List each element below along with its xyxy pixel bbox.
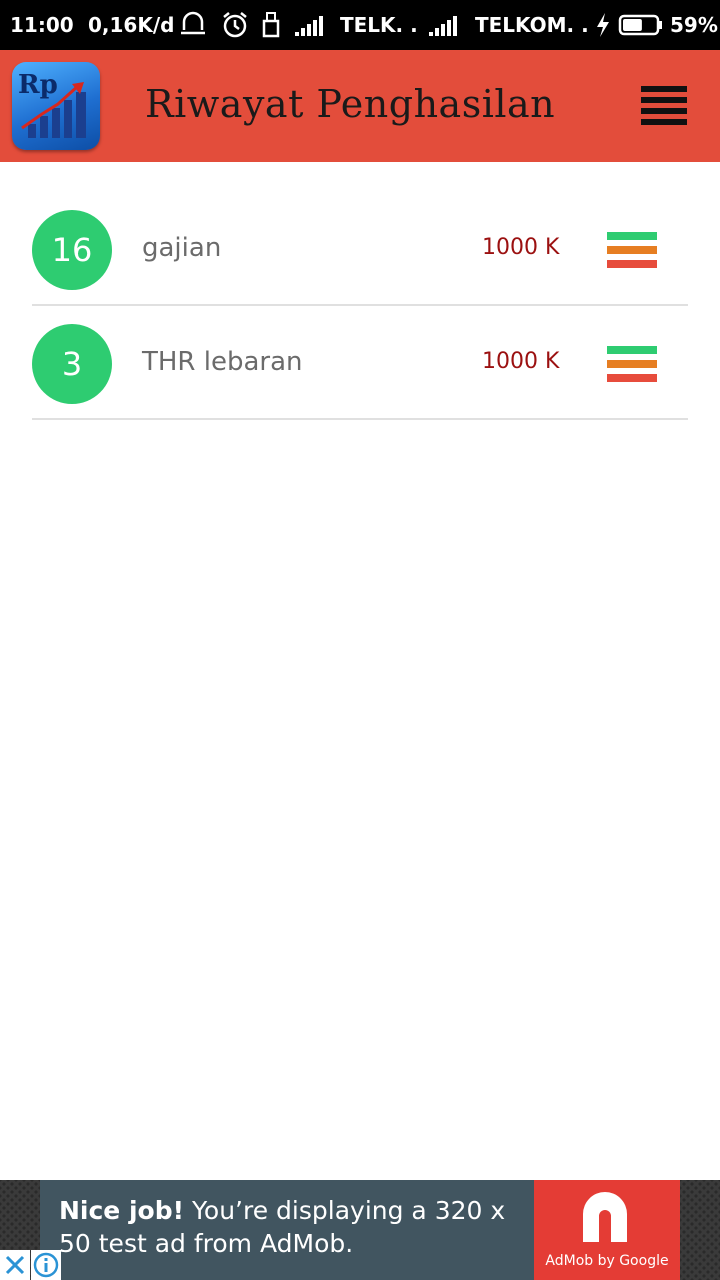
ad-info-icon[interactable] <box>31 1250 61 1280</box>
alarm-icon <box>223 12 247 38</box>
ad-close-icon[interactable] <box>0 1250 30 1280</box>
item-options-icon[interactable] <box>607 232 657 268</box>
status-bar: 11:00 0,16K/d TELK. . TELKOM. . 59% <box>0 0 720 50</box>
signal-icon-1 <box>295 16 323 36</box>
growth-chart-icon <box>21 82 86 138</box>
ad-banner[interactable]: Nice job! You’re displaying a 320 x 50 t… <box>40 1180 680 1280</box>
list-item[interactable]: 16 gajian 1000 K <box>32 192 688 306</box>
carrier-2-label: TELKOM. . <box>475 13 589 37</box>
app-logo: Rp <box>12 62 100 150</box>
status-time: 11:00 <box>10 13 74 37</box>
item-options-icon[interactable] <box>607 346 657 382</box>
admob-mark-icon <box>583 1192 627 1242</box>
list-item[interactable]: 3 THR lebaran 1000 K <box>32 306 688 420</box>
day-badge: 16 <box>32 210 112 290</box>
charging-icon <box>597 13 609 37</box>
admob-logo: AdMob by Google <box>534 1180 680 1280</box>
ad-text: Nice job! You’re displaying a 320 x 50 t… <box>59 1194 529 1260</box>
carrier-1-label: TELK. . <box>340 13 418 37</box>
page-title: Riwayat Penghasilan <box>145 82 556 126</box>
battery-icon <box>618 14 662 36</box>
ad-headline-bold: Nice job! <box>59 1196 185 1225</box>
status-data-speed: 0,16K/d <box>88 13 175 37</box>
usb-icon <box>262 12 280 38</box>
menu-icon[interactable] <box>641 86 687 126</box>
item-name: THR lebaran <box>142 347 303 377</box>
income-list: 16 gajian 1000 K 3 THR lebaran 1000 K <box>32 192 688 420</box>
item-amount: 1000 K <box>482 349 560 374</box>
admob-brand-label: AdMob by Google <box>545 1253 669 1269</box>
day-badge: 3 <box>32 324 112 404</box>
item-name: gajian <box>142 233 222 263</box>
ad-area: Nice job! You’re displaying a 320 x 50 t… <box>0 1180 720 1280</box>
signal-icon-2 <box>429 16 457 36</box>
car-mode-icon <box>181 11 205 35</box>
app-bar: Rp Riwayat Penghasilan <box>0 50 720 162</box>
item-amount: 1000 K <box>482 235 560 260</box>
battery-percent: 59% <box>670 13 718 37</box>
